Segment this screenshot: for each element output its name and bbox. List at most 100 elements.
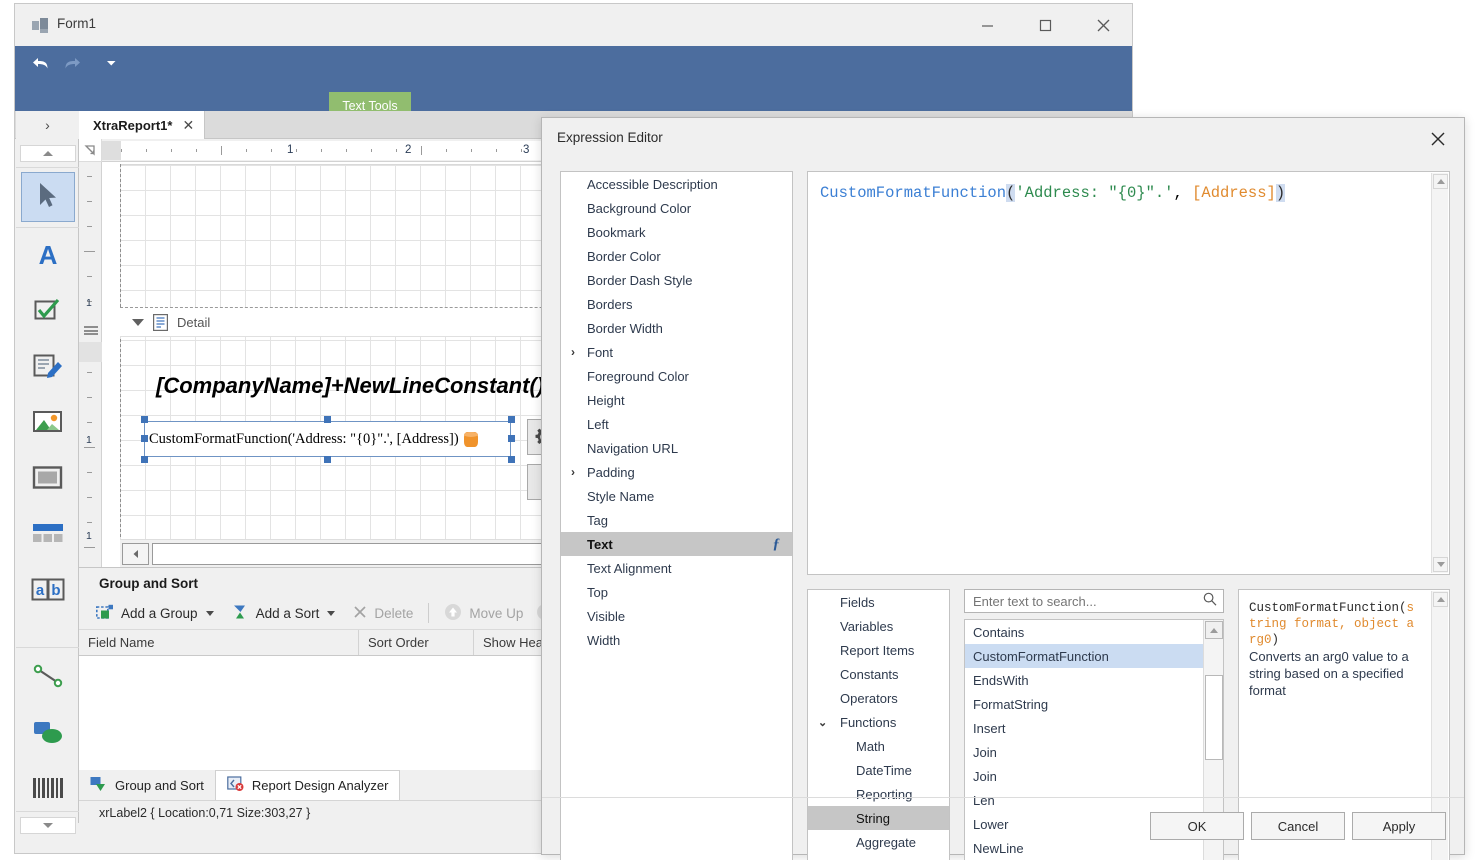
search-icon[interactable] bbox=[1203, 592, 1217, 611]
property-item-height[interactable]: Height bbox=[561, 388, 792, 412]
property-item-top[interactable]: Top bbox=[561, 580, 792, 604]
property-item-visible[interactable]: Visible bbox=[561, 604, 792, 628]
cancel-button[interactable]: Cancel bbox=[1251, 812, 1345, 840]
category-item-functions[interactable]: ⌄ Functions bbox=[808, 710, 949, 734]
panel-expander-button[interactable]: › bbox=[16, 111, 79, 139]
panel-tab-group-and-sort[interactable]: Group and Sort bbox=[79, 770, 215, 800]
selection-handle-tl[interactable] bbox=[141, 416, 148, 423]
property-item-text[interactable]: Text ƒ bbox=[561, 532, 792, 556]
function-item-contains[interactable]: Contains bbox=[965, 620, 1223, 644]
scroll-down-button[interactable] bbox=[1433, 557, 1448, 572]
chevron-right-icon[interactable]: › bbox=[571, 345, 575, 359]
scroll-up-button[interactable] bbox=[1433, 592, 1448, 607]
function-item-join-2[interactable]: Join bbox=[965, 764, 1223, 788]
column-header-field-name[interactable]: Field Name bbox=[79, 630, 359, 655]
function-item-join-1[interactable]: Join bbox=[965, 740, 1223, 764]
undo-icon[interactable] bbox=[31, 54, 51, 72]
tool-character-comb[interactable]: a b bbox=[21, 567, 75, 617]
property-item-accessible-description[interactable]: Accessible Description bbox=[561, 172, 792, 196]
category-item-datetime[interactable]: DateTime bbox=[808, 758, 949, 782]
minimize-button[interactable] bbox=[958, 4, 1016, 46]
tool-rich-text[interactable] bbox=[21, 343, 75, 393]
tool-check-box[interactable] bbox=[21, 287, 75, 337]
document-tab-xtrareport1[interactable]: XtraReport1* ✕ bbox=[79, 111, 206, 139]
function-item-len[interactable]: Len bbox=[965, 788, 1223, 812]
scroll-up-button[interactable] bbox=[1433, 174, 1448, 189]
quick-access-more-icon[interactable] bbox=[101, 54, 121, 72]
function-item-insert[interactable]: Insert bbox=[965, 716, 1223, 740]
report-label-address-expression[interactable]: CustomFormatFunction('Address: "{0}".', … bbox=[144, 421, 511, 457]
add-a-group-button[interactable]: Add a Group bbox=[87, 600, 223, 627]
chevron-down-icon[interactable] bbox=[132, 318, 144, 326]
category-item-constants[interactable]: Constants bbox=[808, 662, 949, 686]
selection-handle-tc[interactable] bbox=[324, 416, 331, 423]
function-item-endswith[interactable]: EndsWith bbox=[965, 668, 1223, 692]
category-item-report-items[interactable]: Report Items bbox=[808, 638, 949, 662]
category-item-string[interactable]: String bbox=[808, 806, 949, 830]
dialog-close-button[interactable] bbox=[1420, 124, 1456, 154]
expression-vertical-scrollbar[interactable] bbox=[1431, 173, 1448, 573]
property-item-font[interactable]: › Font bbox=[561, 340, 792, 364]
scroll-left-button[interactable] bbox=[122, 542, 149, 565]
tool-shape[interactable] bbox=[21, 709, 75, 759]
category-item-fields[interactable]: Fields bbox=[808, 590, 949, 614]
tool-picture-box[interactable] bbox=[21, 399, 75, 449]
chevron-down-icon[interactable] bbox=[327, 610, 336, 616]
add-a-sort-button[interactable]: Add a Sort bbox=[223, 600, 345, 627]
ruler-corner[interactable] bbox=[79, 139, 102, 162]
tool-panel[interactable] bbox=[21, 455, 75, 505]
function-item-formatstring[interactable]: FormatString bbox=[965, 692, 1223, 716]
selection-handle-ml[interactable] bbox=[141, 435, 148, 442]
chevron-down-icon[interactable] bbox=[205, 610, 214, 616]
property-item-navigation-url[interactable]: Navigation URL bbox=[561, 436, 792, 460]
toolbox-scroll-up-button[interactable] bbox=[20, 145, 76, 162]
chevron-down-icon[interactable]: ⌄ bbox=[818, 716, 827, 729]
toolbox-scroll-down-button[interactable] bbox=[20, 817, 76, 834]
property-item-text-alignment[interactable]: Text Alignment bbox=[561, 556, 792, 580]
property-item-bookmark[interactable]: Bookmark bbox=[561, 220, 792, 244]
redo-icon[interactable] bbox=[62, 54, 82, 72]
category-item-variables[interactable]: Variables bbox=[808, 614, 949, 638]
expression-text-area[interactable]: CustomFormatFunction('Address: "{0}".', … bbox=[807, 171, 1450, 575]
search-input[interactable] bbox=[971, 592, 1203, 610]
category-item-logical[interactable]: Logical bbox=[808, 854, 949, 860]
maximize-button[interactable] bbox=[1016, 4, 1074, 46]
property-list[interactable]: Accessible Description Background Color … bbox=[560, 171, 793, 860]
tool-table[interactable] bbox=[21, 511, 75, 561]
ok-button[interactable]: OK bbox=[1150, 812, 1244, 840]
selection-handle-bl[interactable] bbox=[141, 456, 148, 463]
category-item-aggregate[interactable]: Aggregate bbox=[808, 830, 949, 854]
category-item-operators[interactable]: Operators bbox=[808, 686, 949, 710]
panel-tab-report-design-analyzer[interactable]: Report Design Analyzer bbox=[214, 770, 401, 800]
selection-handle-mr[interactable] bbox=[508, 435, 515, 442]
property-item-border-width[interactable]: Border Width bbox=[561, 316, 792, 340]
scroll-thumb[interactable] bbox=[1205, 675, 1223, 760]
column-header-sort-order[interactable]: Sort Order bbox=[359, 630, 474, 655]
tool-label[interactable]: A bbox=[21, 231, 75, 281]
selection-handle-br[interactable] bbox=[508, 456, 515, 463]
property-item-padding[interactable]: › Padding bbox=[561, 460, 792, 484]
property-item-left[interactable]: Left bbox=[561, 412, 792, 436]
category-tree[interactable]: Fields Variables Report Items Constants … bbox=[807, 589, 950, 860]
property-item-style-name[interactable]: Style Name bbox=[561, 484, 792, 508]
property-item-width[interactable]: Width bbox=[561, 628, 792, 652]
band-drag-handle-detail[interactable] bbox=[84, 324, 98, 337]
property-item-tag[interactable]: Tag bbox=[561, 508, 792, 532]
function-item-customformatfunction[interactable]: CustomFormatFunction bbox=[965, 644, 1223, 668]
selection-handle-tr[interactable] bbox=[508, 416, 515, 423]
tool-pointer[interactable] bbox=[21, 172, 75, 222]
move-up-button[interactable]: Move Up bbox=[435, 600, 532, 627]
selection-handle-bc[interactable] bbox=[324, 456, 331, 463]
tool-line[interactable] bbox=[21, 653, 75, 703]
property-item-border-dash-style[interactable]: Border Dash Style bbox=[561, 268, 792, 292]
close-icon[interactable]: ✕ bbox=[182, 118, 194, 132]
function-search-box[interactable] bbox=[964, 589, 1224, 613]
close-button[interactable] bbox=[1074, 4, 1132, 46]
property-item-foreground-color[interactable]: Foreground Color bbox=[561, 364, 792, 388]
report-label-company-name[interactable]: [CompanyName]+NewLineConstant()+[ bbox=[156, 373, 564, 399]
category-item-math[interactable]: Math bbox=[808, 734, 949, 758]
delete-button[interactable]: Delete bbox=[344, 600, 422, 627]
property-item-border-color[interactable]: Border Color bbox=[561, 244, 792, 268]
property-item-background-color[interactable]: Background Color bbox=[561, 196, 792, 220]
category-item-reporting[interactable]: Reporting bbox=[808, 782, 949, 806]
